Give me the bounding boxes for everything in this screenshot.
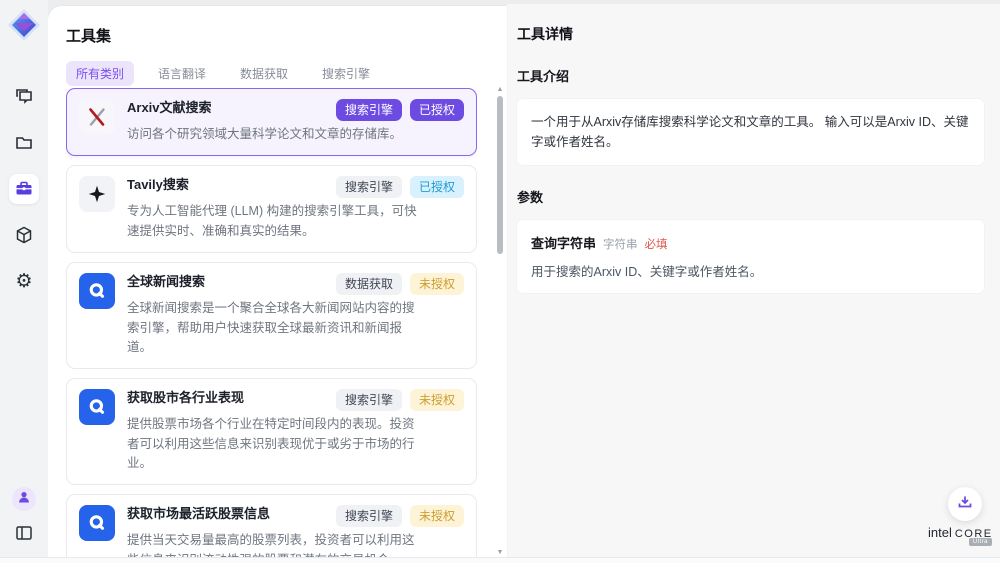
news-blue-icon [79, 505, 115, 541]
bottom-strip [0, 557, 1000, 563]
param-description: 用于搜索的Arxiv ID、关键字或作者姓名。 [531, 261, 970, 280]
sparkle-icon [79, 176, 115, 212]
tool-name: 获取股市各行业表现 [127, 389, 244, 407]
app-logo-icon [7, 8, 41, 42]
chat-icon [14, 87, 34, 107]
sidebar-item-chat[interactable] [9, 82, 39, 112]
tool-description: 专为人工智能代理 (LLM) 构建的搜索引擎工具，可快速提供实时、准确和真实的结… [127, 202, 425, 241]
user-avatar[interactable] [12, 487, 36, 511]
download-button[interactable] [948, 487, 982, 521]
tool-name: 获取市场最活跃股票信息 [127, 505, 270, 523]
tool-card[interactable]: Arxiv文献搜索 搜索引擎 已授权 访问各个研究领域大量科学论文和文章的存储库… [66, 88, 477, 156]
user-avatar-icon [17, 490, 31, 509]
folder-icon [14, 133, 34, 153]
tool-name: Tavily搜索 [127, 176, 189, 194]
tab-搜索引擎[interactable]: 搜索引擎 [312, 61, 380, 86]
intel-core-logo: intelCORE Ultra [928, 524, 990, 542]
tool-category-badge: 搜索引擎 [336, 176, 402, 198]
intel-brand-text: intel [928, 525, 952, 540]
tool-detail-panel: 工具详情 工具介绍 一个用于从Arxiv存储库搜索科学论文和文章的工具。 输入可… [507, 4, 1000, 557]
panel-toggle-button[interactable] [12, 521, 36, 545]
tool-card[interactable]: 全球新闻搜索 数据获取 未授权 全球新闻搜索是一个聚合全球各大新闻网站内容的搜索… [66, 262, 477, 369]
news-blue-icon [79, 389, 115, 425]
gear-icon: ⚙ [15, 272, 32, 291]
tab-所有类别[interactable]: 所有类别 [66, 61, 134, 86]
intro-text: 一个用于从Arxiv存储库搜索科学论文和文章的工具。 输入可以是Arxiv ID… [531, 112, 970, 152]
param-type: 字符串 [603, 236, 638, 252]
tool-description: 访问各个研究领域大量科学论文和文章的存储库。 [127, 125, 425, 144]
tool-name: Arxiv文献搜索 [127, 99, 212, 117]
tool-auth-badge: 已授权 [410, 176, 464, 198]
param-name: 查询字符串 [531, 233, 596, 252]
download-icon [957, 494, 973, 515]
tool-category-badge: 搜索引擎 [336, 99, 402, 121]
sidebar-item-folder[interactable] [9, 128, 39, 158]
sidebar-item-toolbox[interactable] [9, 174, 39, 204]
intro-card: 一个用于从Arxiv存储库搜索科学论文和文章的工具。 输入可以是Arxiv ID… [517, 99, 984, 165]
tool-category-badge: 搜索引擎 [336, 389, 402, 411]
panel-toggle-icon [15, 525, 33, 541]
scroll-down-arrow-icon[interactable]: ▼ [495, 549, 505, 557]
detail-title: 工具详情 [517, 24, 984, 44]
tool-auth-badge: 未授权 [410, 505, 464, 527]
tool-card[interactable]: Tavily搜索 搜索引擎 已授权 专为人工智能代理 (LLM) 构建的搜索引擎… [66, 165, 477, 253]
category-tabs: 所有类别语言翻译数据获取搜索引擎 [66, 61, 380, 86]
tool-card[interactable]: 获取市场最活跃股票信息 搜索引擎 未授权 提供当天交易量最高的股票列表，投资者可… [66, 494, 477, 557]
tool-name: 全球新闻搜索 [127, 273, 205, 291]
param-card: 查询字符串 字符串 必填 用于搜索的Arxiv ID、关键字或作者姓名。 [517, 220, 984, 293]
tool-auth-badge: 已授权 [410, 99, 464, 121]
list-scrollbar[interactable]: ▲ ▼ [495, 86, 505, 557]
tool-category-badge: 数据获取 [336, 273, 402, 295]
tool-category-badge: 搜索引擎 [336, 505, 402, 527]
tab-语言翻译[interactable]: 语言翻译 [148, 61, 216, 86]
page-title: 工具集 [66, 25, 111, 46]
tab-数据获取[interactable]: 数据获取 [230, 61, 298, 86]
arxiv-icon [79, 99, 115, 135]
scroll-up-arrow-icon[interactable]: ▲ [495, 86, 505, 94]
cube-icon [14, 225, 34, 245]
tool-auth-badge: 未授权 [410, 273, 464, 295]
param-required-badge: 必填 [645, 236, 668, 252]
tool-list: Arxiv文献搜索 搜索引擎 已授权 访问各个研究领域大量科学论文和文章的存储库… [66, 88, 477, 557]
tool-card[interactable]: 获取股市各行业表现 搜索引擎 未授权 提供股票市场各个行业在特定时间段内的表现。… [66, 378, 477, 485]
sidebar-item-settings[interactable]: ⚙ [9, 266, 39, 296]
sidebar-item-cube[interactable] [9, 220, 39, 250]
news-blue-icon [79, 273, 115, 309]
tool-description: 提供当天交易量最高的股票列表，投资者可以利用这些信息来识别流动性强的股票和潜在的… [127, 531, 425, 557]
tool-collection-panel: 工具集 所有类别语言翻译数据获取搜索引擎 Arxiv文献搜索 搜索引擎 已授权 … [48, 6, 507, 557]
intro-heading: 工具介绍 [517, 66, 984, 85]
scrollbar-thumb[interactable] [497, 96, 503, 254]
ultra-badge: Ultra [969, 538, 992, 546]
toolbox-icon [14, 179, 34, 199]
tool-description: 全球新闻搜索是一个聚合全球各大新闻网站内容的搜索引擎，帮助用户快速获取全球最新资… [127, 299, 425, 357]
params-heading: 参数 [517, 187, 984, 206]
tool-description: 提供股票市场各个行业在特定时间段内的表现。投资者可以利用这些信息来识别表现优于或… [127, 415, 425, 473]
tool-auth-badge: 未授权 [410, 389, 464, 411]
left-rail: ⚙ [0, 0, 48, 563]
rail-bottom [0, 487, 48, 545]
rail-nav: ⚙ [0, 82, 48, 296]
